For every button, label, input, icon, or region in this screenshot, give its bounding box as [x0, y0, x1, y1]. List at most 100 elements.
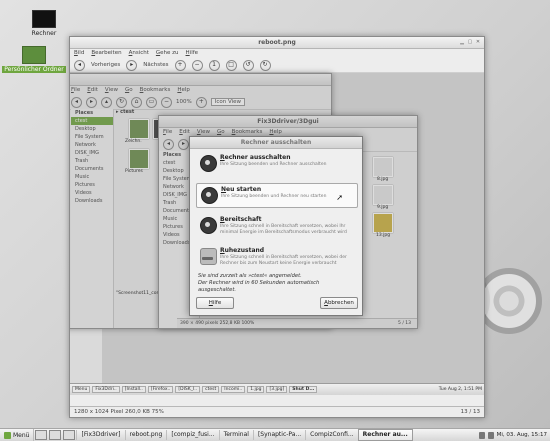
option-hibernate[interactable]: Ruhezustand Ihre Sitzung schnell in Bere…	[196, 245, 356, 268]
place-item: Network	[75, 142, 96, 148]
show-desktop-icon[interactable]	[35, 430, 48, 440]
task-compiz-fusion[interactable]: [compiz_fusi...	[166, 430, 218, 440]
dialog-title: Rechner ausschalten	[240, 139, 312, 146]
file-label: Zeichn.	[125, 139, 142, 144]
task-fix3ddriver[interactable]: [Fix3Ddriver]	[76, 430, 124, 440]
menu-go: Go	[124, 87, 133, 93]
task-rechner-ausschalten[interactable]: Rechner au...	[357, 429, 413, 441]
menu-bookmarks: Bookmarks	[139, 87, 171, 93]
menu-file: File	[71, 87, 81, 93]
image-info: 1280 x 1024 Pixel 260,0 KB 75%	[74, 409, 164, 415]
option-title: Bereitschaft	[220, 216, 262, 223]
option-suspend[interactable]: Bereitschaft Ihre Sitzung schnell in Ber…	[196, 214, 356, 237]
countdown-text: Der Rechner wird in 60 Sekunden automati…	[198, 280, 320, 293]
place-item: Documents	[75, 166, 104, 172]
zoom-in-icon[interactable]: +	[174, 59, 186, 71]
rotate-right-icon[interactable]: ↻	[259, 59, 271, 71]
taskbar-item: Incomi..	[221, 386, 246, 393]
zoom-out-icon: −	[161, 96, 172, 108]
clock[interactable]: Mi, 03. Aug, 15:17	[497, 432, 547, 438]
home-folder-label: Persönlicher Ordner	[2, 66, 66, 73]
mid-window-titlebar: Fix3Ddriver/3Dgui	[159, 116, 417, 128]
file-label: 8.jpg	[377, 177, 389, 182]
network-icon[interactable]	[478, 431, 485, 439]
zoom-fit-icon[interactable]: □	[225, 59, 237, 71]
file-thumbnail	[373, 157, 393, 177]
option-restart[interactable]: Neu starten Ihre Sitzung beenden und Rec…	[196, 183, 358, 208]
back-window-toolbar: ◂ ▸ ▴ ↻ ⌂ ▭ − 100% + Icon View	[70, 95, 331, 110]
menu-ansicht[interactable]: Ansicht	[129, 49, 149, 58]
taskbar-item: ctest	[202, 386, 220, 393]
image-viewer-toolbar: ◂ Vorheriges ▸ Nächstes + − 1 □ ↺ ↻	[70, 58, 484, 73]
window-title: reboot.png	[258, 39, 296, 46]
screenshot-taskbar: Menu Fix3Ddri.. [Install.. [Firefox.. [D…	[70, 383, 484, 395]
menu-hilfe[interactable]: Hilfe	[186, 49, 199, 58]
task-compizconfig[interactable]: CompizConfi...	[305, 430, 358, 440]
file-label: 13.jpg	[376, 233, 391, 238]
logged-in-text: Sie sind zurzeit als »ctest« angemeldet.	[198, 273, 302, 279]
taskbar-item: [DISK_I..	[175, 386, 201, 393]
browser-launcher-icon[interactable]	[49, 430, 62, 440]
taskbar-item: Menu	[72, 386, 91, 393]
previous-icon[interactable]: ◂	[74, 59, 85, 71]
taskbar-clock: Tue Aug 2, 1:51 PM	[438, 387, 482, 392]
volume-icon[interactable]	[487, 431, 494, 439]
zoom-out-icon[interactable]: −	[191, 59, 203, 71]
close-icon[interactable]: ✕	[475, 39, 481, 45]
menu-gehe-zu[interactable]: Gehe zu	[156, 49, 179, 58]
image-viewer-menubar: Bild Bearbeiten Ansicht Gehe zu Hilfe	[70, 49, 484, 58]
file-label: 9.jpg	[377, 205, 389, 210]
place-item: Desktop	[75, 126, 96, 132]
zoom-normal-icon[interactable]: 1	[208, 59, 220, 71]
terminal-launcher-icon[interactable]	[63, 430, 76, 440]
mid-status-text: 390 × 490 pixels 252,8 KB 100%	[180, 321, 255, 326]
path-crumb: ctest	[120, 109, 135, 115]
view-select: Icon View	[210, 98, 246, 106]
bottom-panel: Menü [Fix3Ddriver] reboot.png [compiz_fu…	[0, 428, 550, 441]
next-label[interactable]: Nächstes	[143, 62, 168, 68]
mid-window-status: 390 × 490 pixels 252,8 KB 100% 5 / 13	[177, 318, 417, 328]
rotate-left-icon[interactable]: ↺	[242, 59, 254, 71]
option-desc: Ihre Sitzung beenden und Rechner ausscha…	[220, 162, 327, 167]
path-bar: ▸ ctest	[116, 109, 135, 115]
computer-desktop-icon[interactable]: Rechner	[22, 10, 66, 37]
image-viewer-titlebar[interactable]: reboot.png ▁ ▢ ✕	[70, 37, 484, 49]
option-title: Neu starten	[221, 186, 262, 193]
forward-icon: ▸	[86, 96, 97, 108]
option-shutdown[interactable]: Rechner ausschalten Ihre Sitzung beenden…	[196, 152, 356, 175]
menu-help: Help	[177, 87, 190, 93]
task-terminal[interactable]: Terminal	[218, 430, 253, 440]
restart-icon	[201, 187, 218, 204]
maximize-icon[interactable]: ▢	[467, 39, 473, 45]
previous-label[interactable]: Vorheriges	[91, 62, 120, 68]
zoom-in-icon: +	[195, 96, 207, 108]
reload-icon: ↻	[116, 96, 127, 108]
menu-bild[interactable]: Bild	[74, 49, 84, 58]
taskbar-item: Shut D...	[289, 386, 318, 393]
zoom-level: 100%	[176, 99, 192, 105]
mint-logo-icon	[4, 431, 11, 439]
forward-icon: ▸	[178, 138, 189, 150]
help-button[interactable]: Hilfe	[196, 297, 234, 309]
back-icon: ◂	[163, 138, 174, 150]
taskbar-item: [3.jpg]	[266, 386, 288, 393]
next-icon[interactable]: ▸	[126, 59, 138, 71]
place-item: Pictures	[75, 182, 95, 188]
places-header: Places	[75, 110, 94, 116]
file-label: Pictures	[125, 169, 143, 174]
task-synaptic[interactable]: [Synaptic-Pa...	[252, 430, 305, 440]
menu-view: View	[104, 87, 118, 93]
home-folder-icon	[22, 46, 46, 64]
taskbar-item: Fix3Ddri..	[92, 386, 120, 393]
place-item: Downloads	[75, 198, 103, 204]
file-thumbnail	[129, 119, 149, 139]
file-thumbnail	[373, 185, 393, 205]
menu-edit: Edit	[87, 87, 98, 93]
menu-bearbeiten[interactable]: Bearbeiten	[91, 49, 121, 58]
minimize-icon[interactable]: ▁	[459, 39, 465, 45]
task-reboot-png[interactable]: reboot.png	[124, 430, 167, 440]
option-desc: Ihre Sitzung schnell in Bereitschaft ver…	[220, 255, 347, 266]
cancel-button[interactable]: Abbrechen	[320, 297, 358, 309]
main-menu-button[interactable]: Menü	[0, 429, 35, 441]
home-folder-desktop-icon[interactable]: Persönlicher Ordner	[2, 46, 66, 73]
